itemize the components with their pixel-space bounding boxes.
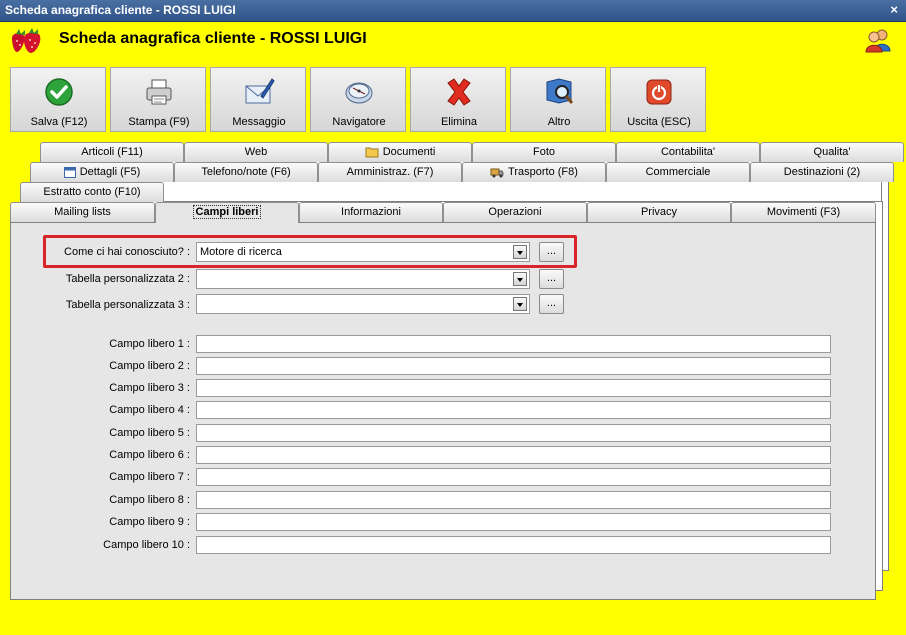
close-icon[interactable]: ×	[890, 2, 898, 17]
delete-button[interactable]: Elimina	[410, 67, 506, 132]
delete-button-label: Elimina	[440, 116, 478, 128]
print-button-label: Stampa (F9)	[128, 116, 190, 128]
campo-libero-7-input[interactable]	[196, 468, 831, 486]
truck-icon	[490, 168, 504, 178]
combo-label-2: Tabella personalizzata 2 :	[65, 273, 190, 285]
field-label-7: Campo libero 7 :	[109, 471, 190, 483]
combo-label-3: Tabella personalizzata 3 :	[65, 299, 190, 311]
tab-contabilita[interactable]: Contabilita'	[616, 142, 760, 162]
folder-icon	[365, 147, 379, 158]
field-label-10: Campo libero 10 :	[103, 539, 190, 551]
tabella-personalizzata-2-select[interactable]	[196, 269, 530, 289]
print-button[interactable]: Stampa (F9)	[110, 67, 206, 132]
highlight-box	[43, 235, 577, 268]
check-icon	[45, 78, 73, 106]
campo-libero-6-input[interactable]	[196, 446, 831, 464]
campo-libero-1-input[interactable]	[196, 335, 831, 353]
mail-icon	[245, 78, 275, 104]
chevron-down-icon[interactable]	[513, 297, 527, 311]
more-button[interactable]: Altro	[510, 67, 606, 132]
campo-libero-2-input[interactable]	[196, 357, 831, 375]
exit-button[interactable]: Uscita (ESC)	[610, 67, 706, 132]
chevron-down-icon[interactable]	[513, 272, 527, 286]
tab-movimenti[interactable]: Movimenti (F3)	[731, 202, 876, 222]
field-label-9: Campo libero 9 :	[109, 516, 190, 528]
tab-amministraz[interactable]: Amministraz. (F7)	[318, 162, 462, 182]
field-label-8: Campo libero 8 :	[109, 494, 190, 506]
save-button-label: Salva (F12)	[30, 116, 88, 128]
campo-libero-10-input[interactable]	[196, 536, 831, 554]
more-button-label: Altro	[547, 116, 571, 128]
tab-dettagli[interactable]: Dettagli (F5)	[30, 162, 174, 182]
tab-informazioni[interactable]: Informazioni	[299, 202, 443, 222]
tab-operazioni[interactable]: Operazioni	[443, 202, 587, 222]
lookup-button-2[interactable]: ...	[539, 269, 564, 289]
field-label-5: Campo libero 5 :	[109, 427, 190, 439]
message-button[interactable]: Messaggio	[210, 67, 306, 132]
users-icon[interactable]	[864, 27, 892, 53]
calendar-icon	[63, 167, 76, 179]
window-title: Scheda anagrafica cliente - ROSSI LUIGI	[5, 3, 236, 17]
page-title: Scheda anagrafica cliente - ROSSI LUIGI	[59, 30, 367, 47]
campo-libero-8-input[interactable]	[196, 491, 831, 509]
campo-libero-3-input[interactable]	[196, 379, 831, 397]
navigator-button-label: Navigatore	[332, 116, 386, 128]
tab-campi-liberi[interactable]: Campi liberi	[155, 202, 299, 223]
app-header: Scheda anagrafica cliente - ROSSI LUIGI	[0, 22, 906, 59]
tab-foto[interactable]: Foto	[472, 142, 616, 162]
tab-mailing-lists[interactable]: Mailing lists	[10, 202, 155, 222]
tab-web[interactable]: Web	[184, 142, 328, 162]
campo-libero-4-input[interactable]	[196, 401, 831, 419]
tab-privacy[interactable]: Privacy	[587, 202, 731, 222]
power-icon	[646, 79, 672, 105]
lookup-button-3[interactable]: ...	[539, 294, 564, 314]
tab-trasporto[interactable]: Trasporto (F8)	[462, 162, 606, 182]
printer-icon	[146, 79, 172, 105]
tab-destinazioni[interactable]: Destinazioni (2)	[750, 162, 894, 182]
navigator-button[interactable]: Navigatore	[310, 67, 406, 132]
tabella-personalizzata-3-select[interactable]	[196, 294, 530, 314]
campo-libero-5-input[interactable]	[196, 424, 831, 442]
window-titlebar: Scheda anagrafica cliente - ROSSI LUIGI …	[0, 0, 906, 22]
tab-estratto-conto[interactable]: Estratto conto (F10)	[20, 182, 164, 202]
field-label-1: Campo libero 1 :	[109, 338, 190, 350]
exit-button-label: Uscita (ESC)	[627, 116, 691, 128]
delete-x-icon	[447, 78, 471, 106]
compass-icon	[345, 82, 373, 104]
tab-qualita[interactable]: Qualita'	[760, 142, 904, 162]
save-button[interactable]: Salva (F12)	[10, 67, 106, 132]
field-label-4: Campo libero 4 :	[109, 404, 190, 416]
tab-commerciale[interactable]: Commerciale	[606, 162, 750, 182]
tab-telefono-note[interactable]: Telefono/note (F6)	[174, 162, 318, 182]
field-label-3: Campo libero 3 :	[109, 382, 190, 394]
message-button-label: Messaggio	[232, 116, 286, 128]
strawberry-logo-icon	[12, 28, 41, 53]
field-label-6: Campo libero 6 :	[109, 449, 190, 461]
tab-documenti[interactable]: Documenti	[328, 142, 472, 162]
campo-libero-9-input[interactable]	[196, 513, 831, 531]
field-label-2: Campo libero 2 :	[109, 360, 190, 372]
tab-articoli[interactable]: Articoli (F11)	[40, 142, 184, 162]
book-search-icon	[546, 78, 574, 104]
